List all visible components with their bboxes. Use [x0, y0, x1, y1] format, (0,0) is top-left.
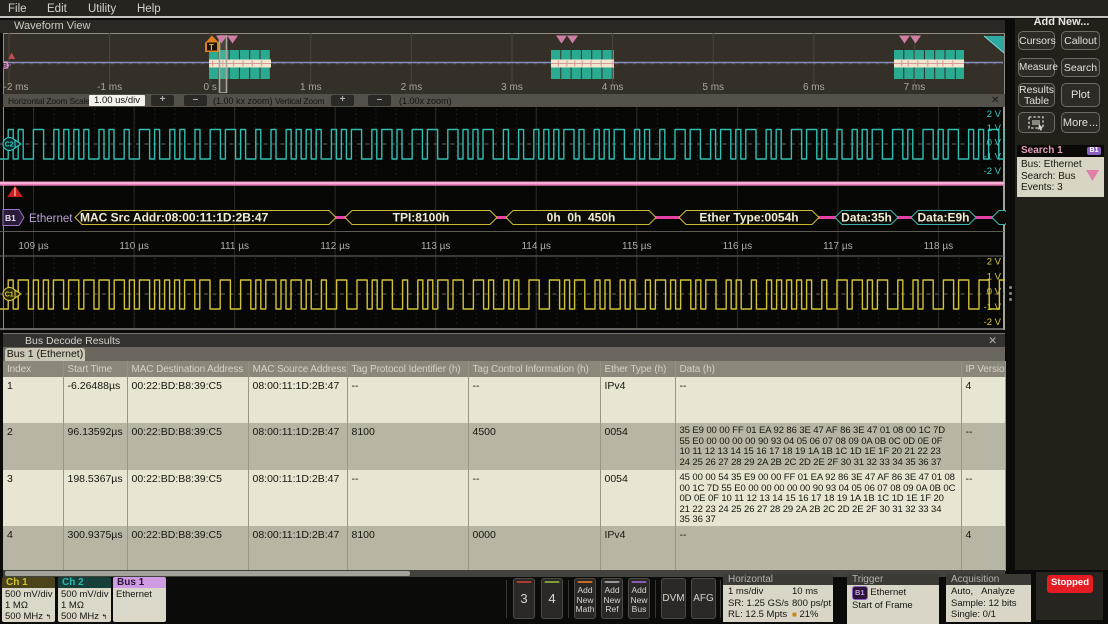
- svg-text:-2 V: -2 V: [984, 317, 1002, 328]
- svg-text:-1 V: -1 V: [984, 152, 1002, 163]
- svg-text:7 ms: 7 ms: [904, 82, 926, 93]
- svg-text:1 V: 1 V: [987, 123, 1002, 134]
- svg-text:0 V: 0 V: [987, 137, 1002, 148]
- svg-text:3 ms: 3 ms: [501, 82, 523, 93]
- svg-text:Ether Type:0054h: Ether Type:0054h: [699, 211, 798, 225]
- svg-text:Data:35h: Data:35h: [841, 211, 892, 225]
- svg-text:-2 V: -2 V: [984, 166, 1002, 177]
- svg-text:Ethernet: Ethernet: [29, 213, 73, 225]
- svg-text:110 µs: 110 µs: [119, 241, 148, 252]
- svg-text:0h 0h 450h: 0h 0h 450h: [547, 211, 616, 225]
- svg-text:C1: C1: [5, 292, 14, 299]
- svg-text:-2 ms: -2 ms: [4, 82, 29, 93]
- svg-text:T: T: [209, 43, 214, 52]
- svg-text:B1: B1: [5, 213, 16, 223]
- svg-text:2 ms: 2 ms: [401, 82, 423, 93]
- svg-text:117 µs: 117 µs: [823, 241, 852, 252]
- svg-text:Data:E9h: Data:E9h: [917, 211, 969, 225]
- svg-text:B1: B1: [3, 63, 11, 70]
- svg-text:0 s: 0 s: [204, 82, 217, 93]
- svg-text:4 ms: 4 ms: [602, 82, 624, 93]
- svg-text:0 V: 0 V: [987, 287, 1002, 298]
- svg-text:-1 ms: -1 ms: [97, 82, 122, 93]
- svg-text:109 µs: 109 µs: [18, 241, 48, 252]
- svg-text:118 µs: 118 µs: [924, 241, 953, 252]
- svg-text:115 µs: 115 µs: [622, 241, 651, 252]
- svg-text:2 V: 2 V: [987, 257, 1002, 268]
- svg-text:112 µs: 112 µs: [320, 241, 349, 252]
- svg-text:5 ms: 5 ms: [702, 82, 724, 93]
- svg-text:C2: C2: [5, 142, 14, 149]
- svg-text:-1 V: -1 V: [984, 302, 1002, 313]
- svg-text:2 V: 2 V: [987, 109, 1002, 120]
- svg-text:113 µs: 113 µs: [421, 241, 450, 252]
- svg-text:1 V: 1 V: [987, 272, 1002, 283]
- svg-text:MAC Src Addr:08:00:11:1D:2B:47: MAC Src Addr:08:00:11:1D:2B:47: [80, 211, 269, 225]
- svg-text:6 ms: 6 ms: [803, 82, 825, 93]
- svg-text:1 ms: 1 ms: [300, 82, 322, 93]
- svg-text:TPI:8100h: TPI:8100h: [393, 211, 450, 225]
- svg-text:111 µs: 111 µs: [220, 241, 249, 252]
- svg-text:114 µs: 114 µs: [521, 241, 550, 252]
- svg-text:116 µs: 116 µs: [723, 241, 752, 252]
